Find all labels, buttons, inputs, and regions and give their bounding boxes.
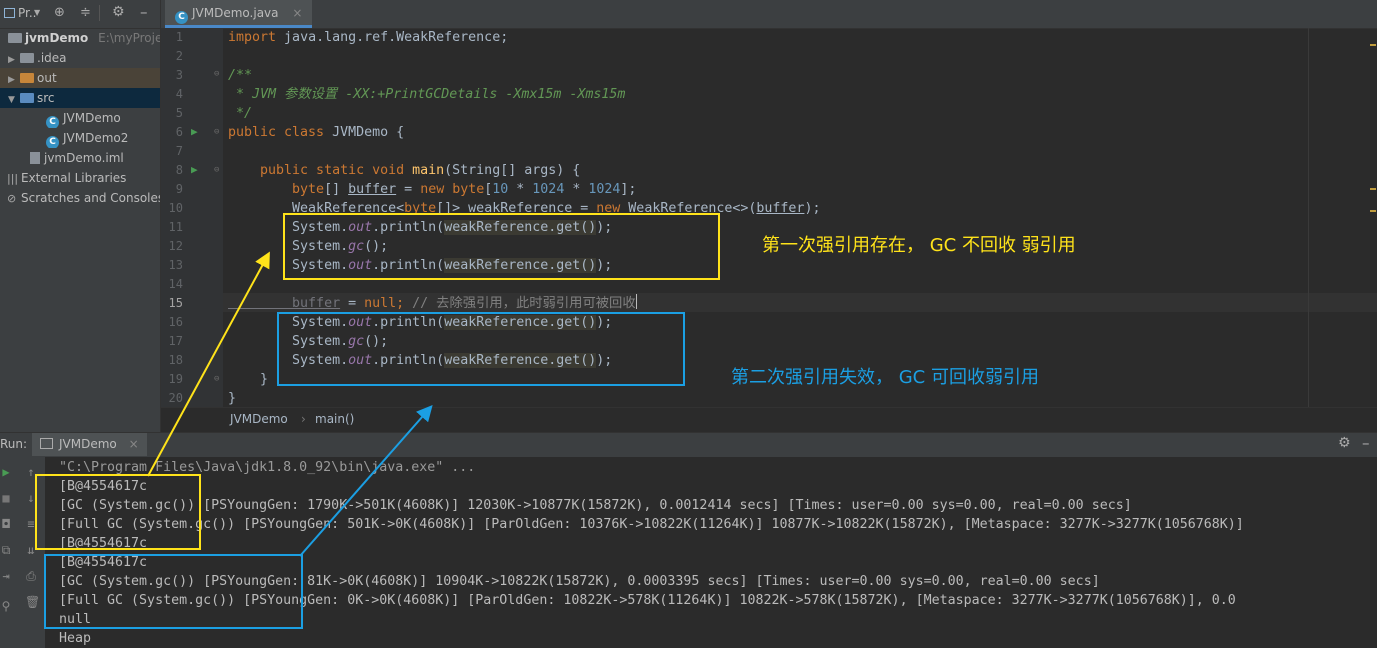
annotation-arrow-yellow [147,251,270,477]
annotation-arrow-blue [299,404,433,557]
annotation-arrows [147,251,433,557]
